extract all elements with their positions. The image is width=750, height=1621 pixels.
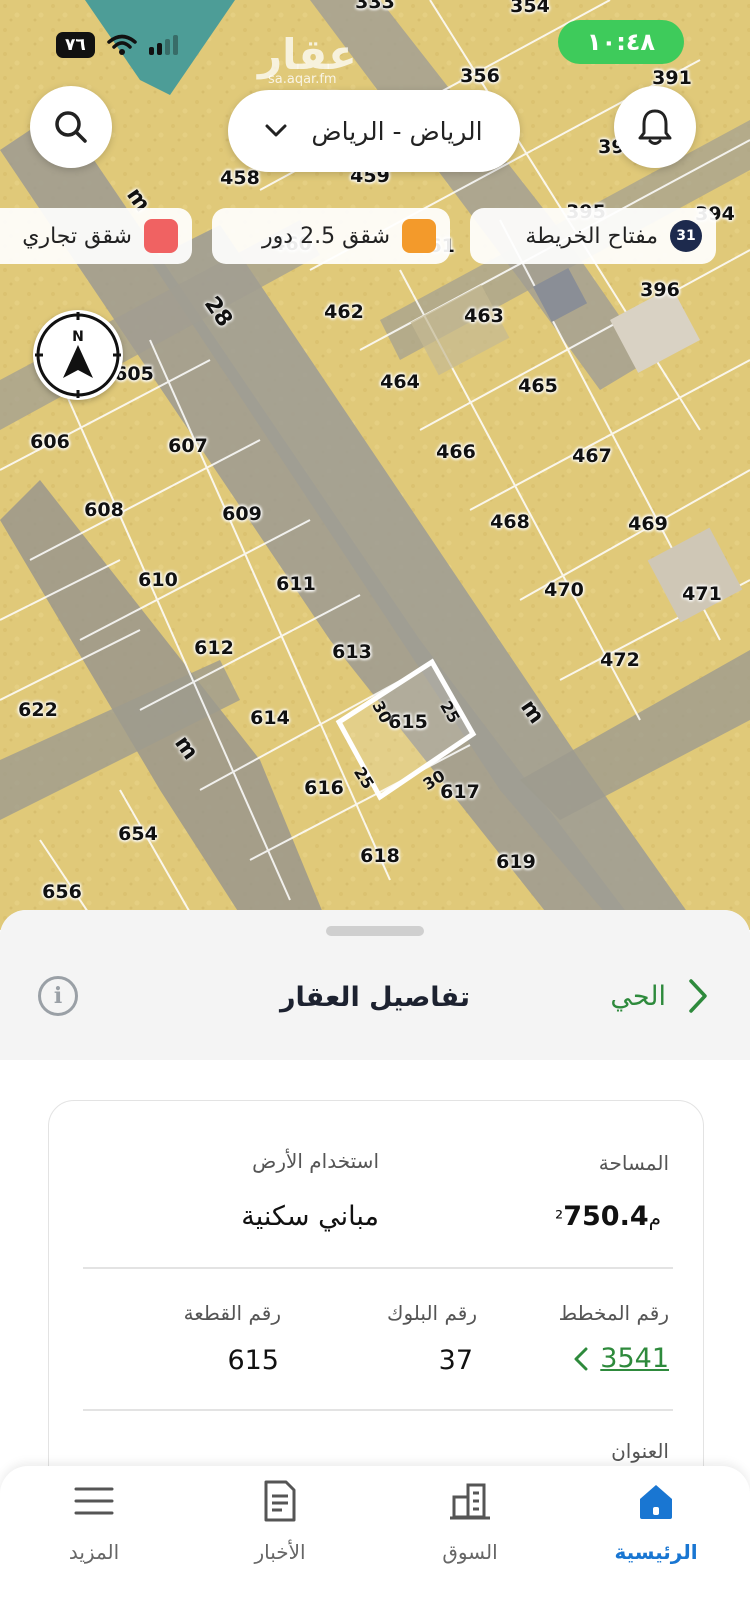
filter-chip-label: شقق 2.5 دور [262,223,390,249]
tab-more-label: المزيد [68,1540,120,1564]
chevron-down-icon [265,124,287,137]
parcel-label[interactable]: 612 [194,637,234,659]
parcel-label[interactable]: 396 [640,279,680,301]
parcel-label[interactable]: 619 [496,851,536,873]
parcel-label[interactable]: 622 [18,699,58,721]
parcel-label[interactable]: 611 [276,573,316,595]
card-divider [83,1267,673,1269]
parcel-label[interactable]: 656 [42,881,82,903]
battery-indicator: ٧٦ [56,32,95,58]
parcel-label[interactable]: 463 [464,305,504,327]
parcel-label[interactable]: 609 [222,503,262,525]
land-use-label: استخدام الأرض [252,1149,379,1173]
district-link[interactable]: الحي [610,978,708,1014]
parcel-label[interactable]: 613 [332,641,372,663]
area-label: المساحة [598,1151,669,1175]
menu-icon [74,1487,114,1515]
city-selector[interactable]: الرياض - الرياض [228,90,520,172]
land-use-value: مباني سكنية [241,1201,379,1232]
bottom-tab-bar: الرئيسية السوق الأخبار المزيد [0,1466,750,1621]
chevron-left-icon [574,1347,588,1370]
search-button[interactable] [30,86,112,168]
parcel-label[interactable]: 606 [30,431,70,453]
parcel-label[interactable]: 616 [304,777,344,799]
compass-icon: N [35,312,121,398]
parcel-label[interactable]: 470 [544,579,584,601]
buildings-icon [450,1483,490,1520]
parcel-label[interactable]: 467 [572,445,612,467]
cellular-signal-icon [148,35,178,55]
sheet-drag-handle[interactable] [326,926,424,936]
map-key-chip[interactable]: 31 مفتاح الخريطة [470,208,716,264]
tab-market[interactable]: السوق [390,1466,550,1586]
parcel-label[interactable]: 608 [84,499,124,521]
plan-number-value: 3541 [600,1343,669,1374]
aqar-watermark-site: sa.aqar.fm [268,72,337,87]
card-divider [83,1409,673,1411]
parcel-label[interactable]: 654 [118,823,158,845]
parcel-label[interactable]: 610 [138,569,178,591]
parcel-label[interactable]: 617 [440,781,480,803]
plot-number-label: رقم القطعة [183,1301,281,1325]
parcel-label[interactable]: 468 [490,511,530,533]
tab-market-label: السوق [442,1540,498,1564]
tab-more[interactable]: المزيد [14,1466,174,1586]
parcel-label[interactable]: 333 [355,0,395,13]
parcel-label[interactable]: 471 [682,583,722,605]
chevron-right-icon [689,979,707,1013]
parcel-label[interactable]: 458 [220,167,260,189]
parcel-label[interactable]: 465 [518,375,558,397]
parcel-label[interactable]: 614 [250,707,290,729]
status-time: ١٠:٤٨ [558,20,684,64]
compass-button[interactable]: N [33,310,123,400]
parcel-label[interactable]: 472 [600,649,640,671]
filter-chip-apartments-floor[interactable]: شقق 2.5 دور [212,208,450,264]
parcel-label[interactable]: 356 [460,65,500,87]
block-number-label: رقم البلوك [386,1301,477,1325]
map-view[interactable]: 333 354 356 391 457 393 458 459 395 394 … [0,0,750,930]
parcel-label[interactable]: 607 [168,435,208,457]
block-number-value: 37 [438,1345,473,1376]
search-icon [55,111,87,143]
tab-news-label: الأخبار [254,1540,306,1564]
tab-home-label: الرئيسية [614,1540,698,1564]
parcel-label[interactable]: 462 [324,301,364,323]
orange-swatch-icon [402,219,436,253]
parcel-label[interactable]: 466 [436,441,476,463]
map-key-label: مفتاح الخريطة [525,223,658,249]
news-icon [264,1480,296,1522]
red-swatch-icon [144,219,178,253]
parcel-label[interactable]: 469 [628,513,668,535]
home-icon [640,1485,672,1519]
status-bar-icons: ٧٦ [56,32,178,58]
parcel-label[interactable]: 464 [380,371,420,393]
tab-home[interactable]: الرئيسية [576,1466,736,1586]
tab-news[interactable]: الأخبار [200,1466,360,1586]
city-selector-label: الرياض - الرياض [311,116,483,146]
parcel-label[interactable]: 354 [510,0,550,17]
filter-chip-label: شقق تجاري [22,223,132,249]
notifications-button[interactable] [614,86,696,168]
plan-number-link[interactable]: 3541 [574,1343,669,1374]
property-info-card: المساحة استخدام الأرض م²750.4 مباني سكني… [48,1100,704,1520]
compass-north-label: N [72,329,84,345]
filter-chip-commercial-apartments[interactable]: شقق تجاري [0,208,192,264]
area-value: م²750.4 [555,1201,661,1232]
plot-number-value: 615 [227,1345,279,1376]
district-link-label: الحي [610,980,666,1012]
address-label: العنوان [611,1439,669,1463]
map-key-count-badge: 31 [670,220,702,252]
parcel-label[interactable]: 618 [360,845,400,867]
plan-number-label: رقم المخطط [558,1301,669,1325]
bell-icon [638,109,672,145]
wifi-icon [107,34,137,55]
